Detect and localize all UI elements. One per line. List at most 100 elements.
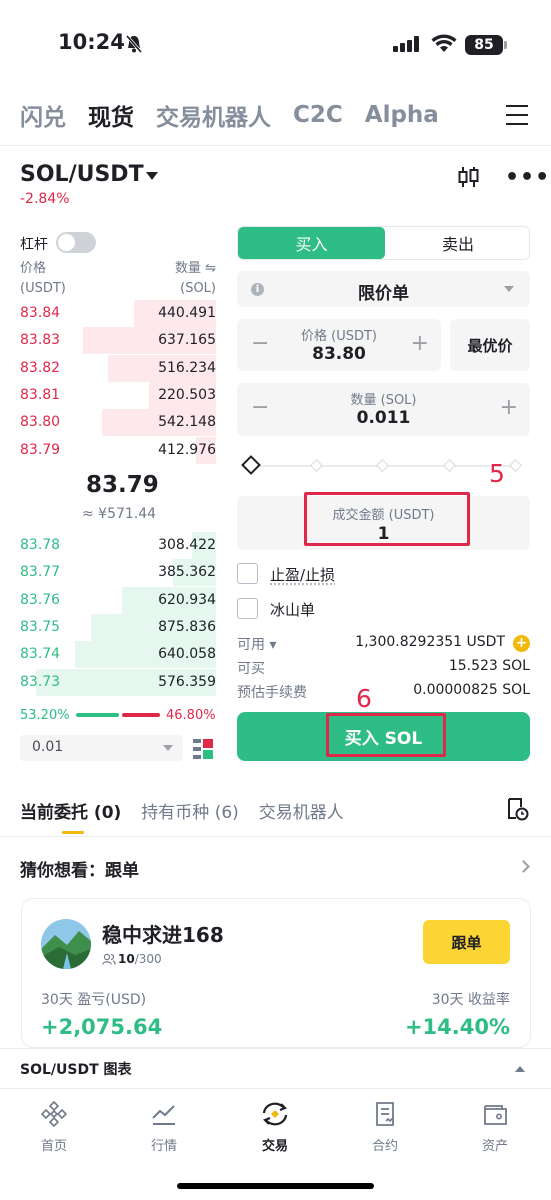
bid-row[interactable]: 83.76 620.934: [20, 586, 216, 614]
slider-step-75[interactable]: [443, 459, 456, 472]
order-type-label: 限价单: [358, 284, 409, 304]
tab-holdings[interactable]: 持有币种 (6): [141, 798, 238, 823]
leverage-toggle[interactable]: [56, 232, 96, 253]
annotation-highlight-amount: [304, 492, 470, 546]
ask-row[interactable]: 83.81 220.503: [20, 381, 216, 409]
row-price: 83.80: [20, 414, 61, 431]
tab-sell[interactable]: 卖出: [385, 227, 529, 259]
depth-precision-value: 0.01: [32, 739, 64, 755]
chart-drawer-label: SOL/USDT 图表: [20, 1062, 132, 1078]
bid-row[interactable]: 83.73 576.359: [20, 668, 216, 696]
ask-row[interactable]: 83.79 412.976: [20, 436, 216, 464]
pnl-label: 30天 盈亏(USD): [41, 992, 147, 1008]
best-price-button[interactable]: 最优价: [450, 319, 530, 371]
active-tab-indicator: [62, 831, 84, 834]
bottom-nav-home[interactable]: 首页: [14, 1101, 94, 1154]
markets-chart-icon: [152, 1105, 175, 1125]
tp-sl-label[interactable]: 止盈/止损: [270, 564, 335, 585]
slider-step-50[interactable]: [376, 459, 389, 472]
bid-row[interactable]: 83.77 385.362: [20, 559, 216, 587]
available-label[interactable]: 可用 ▾: [237, 637, 276, 653]
chart-drawer[interactable]: SOL/USDT 图表: [0, 1048, 551, 1088]
row-qty: 542.148: [158, 414, 216, 431]
depth-precision-select[interactable]: 0.01: [20, 735, 183, 761]
wifi-icon: [431, 34, 457, 52]
followers-count: 10: [118, 952, 135, 966]
bottom-nav-assets[interactable]: 资产: [455, 1101, 535, 1154]
menu-icon[interactable]: [506, 105, 528, 132]
bell-muted-icon: [125, 35, 143, 53]
trader-name: 稳中求进168: [102, 923, 224, 947]
mid-price-cny: ≈ ¥571.44: [82, 506, 157, 522]
users-icon: [102, 953, 116, 965]
chevron-right-icon[interactable]: [517, 860, 530, 873]
nav-alpha[interactable]: Alpha: [365, 102, 439, 128]
iceberg-label[interactable]: 冰山单: [270, 599, 315, 620]
order-history-icon[interactable]: [505, 797, 529, 821]
bid-row[interactable]: 83.75 875.836: [20, 613, 216, 641]
row-qty: 637.165: [158, 332, 216, 349]
mid-price: 83.79: [86, 472, 159, 498]
can-buy-value: 15.523 SOL: [448, 658, 530, 674]
available-row: 可用 ▾ 1,300.8292351 USDT +: [237, 634, 530, 654]
futures-document-icon: [376, 1102, 394, 1126]
annotation-step-6: 6: [356, 684, 372, 713]
price-header: 价格 (USDT): [20, 261, 66, 296]
row-qty: 220.503: [158, 386, 216, 403]
copy-trading-title: 猜你想看：跟单: [20, 861, 139, 881]
qty-header[interactable]: 数量 ⇋ (SOL): [140, 259, 216, 299]
row-qty: 412.976: [158, 441, 216, 458]
iceberg-checkbox[interactable]: [237, 598, 258, 619]
fee-value: 0.00000825 SOL: [413, 682, 530, 698]
roi-label: 30天 收益率: [431, 992, 510, 1008]
row-price: 83.83: [20, 332, 61, 349]
row-qty: 875.836: [158, 618, 216, 635]
more-icon[interactable]: •••: [505, 165, 550, 190]
slider-step-100[interactable]: [509, 459, 522, 472]
pair-symbol[interactable]: SOL/USDT: [20, 162, 144, 187]
price-increase-button[interactable]: +: [411, 331, 429, 356]
row-price: 83.82: [20, 359, 61, 376]
quantity-increase-button[interactable]: +: [500, 395, 518, 420]
bid-row[interactable]: 83.78 308.422: [20, 532, 216, 559]
row-price: 83.73: [20, 673, 61, 690]
tab-bots[interactable]: 交易机器人: [259, 798, 344, 823]
nav-trading-bots[interactable]: 交易机器人: [156, 98, 271, 132]
tab-buy[interactable]: 买入: [238, 227, 385, 259]
bottom-nav-futures[interactable]: 合约: [345, 1101, 425, 1154]
quantity-field[interactable]: − 数量 (SOL) 0.011 +: [237, 383, 530, 436]
row-price: 83.84: [20, 305, 61, 321]
orderbook-layout-icon[interactable]: [193, 739, 213, 759]
sell-ratio: 46.80%: [166, 708, 216, 723]
bid-row[interactable]: 83.74 640.058: [20, 641, 216, 669]
home-icon: [41, 1101, 67, 1127]
price-field[interactable]: − 价格 (USDT) 83.80 +: [237, 319, 441, 371]
tp-sl-checkbox[interactable]: [237, 563, 258, 584]
ask-row[interactable]: 83.82 516.234: [20, 354, 216, 382]
nav-c2c[interactable]: C2C: [293, 102, 343, 128]
trader-card[interactable]: 稳中求进168 10 /300 跟单 30天 盈亏(USD) 30天 收益率 +…: [21, 898, 531, 1048]
ask-row[interactable]: 83.83 637.165: [20, 327, 216, 355]
add-funds-icon[interactable]: +: [513, 635, 530, 652]
cellular-signal-icon: [393, 36, 419, 52]
row-qty: 620.934: [158, 591, 216, 608]
ask-row[interactable]: 83.84 440.491: [20, 300, 216, 327]
candlestick-chart-icon[interactable]: [458, 165, 480, 189]
nav-convert[interactable]: 闪兑: [20, 98, 66, 132]
quantity-field-value[interactable]: 0.011: [237, 408, 530, 428]
orders-tabs: 当前委托 (0) 持有币种 (6) 交易机器人: [20, 798, 364, 823]
bottom-nav-markets[interactable]: 行情: [124, 1101, 204, 1154]
pair-dropdown-icon[interactable]: [146, 172, 158, 180]
wallet-icon: [484, 1105, 507, 1125]
tab-open-orders[interactable]: 当前委托 (0): [20, 798, 121, 823]
amount-slider-handle[interactable]: [241, 455, 261, 475]
nav-spot[interactable]: 现货: [88, 98, 134, 132]
row-price: 83.81: [20, 386, 61, 403]
ask-row[interactable]: 83.80 542.148: [20, 409, 216, 437]
row-qty: 576.359: [158, 673, 216, 690]
copy-trade-button[interactable]: 跟单: [423, 920, 510, 964]
bottom-nav-trade[interactable]: 交易: [235, 1101, 315, 1154]
order-type-select[interactable]: i 限价单: [237, 271, 530, 307]
slider-step-25[interactable]: [310, 459, 323, 472]
row-price: 83.78: [20, 537, 61, 553]
